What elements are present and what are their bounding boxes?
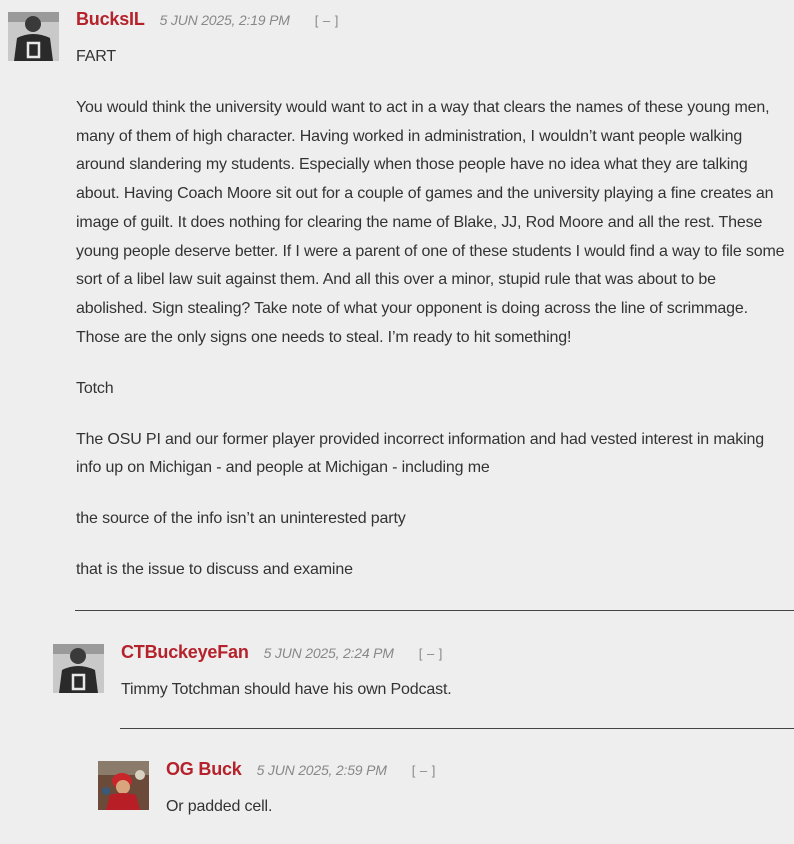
comment-body: Or padded cell. — [166, 793, 788, 844]
comment-paragraph: that is the issue to discuss and examine — [76, 561, 353, 579]
comment-paragraph: Timmy Totchman should have his own Podca… — [121, 681, 452, 698]
comment-paragraph: FART — [76, 48, 117, 65]
comment-meta: OG Buck 5 JUN 2025, 2:59 PM [ – ] — [166, 759, 436, 780]
comment: CTBuckeyeFan 5 JUN 2025, 2:24 PM [ – ] T… — [0, 640, 794, 730]
comment-paragraph: You would think the university would wan… — [76, 99, 785, 346]
comment-meta: CTBuckeyeFan 5 JUN 2025, 2:24 PM [ – ] — [121, 642, 443, 663]
comment-divider — [120, 728, 794, 729]
comment-paragraph: Totch — [76, 379, 114, 397]
comment-divider — [75, 610, 794, 611]
comment-date[interactable]: 5 JUN 2025, 2:24 PM — [264, 645, 394, 661]
comment-date[interactable]: 5 JUN 2025, 2:19 PM — [160, 12, 290, 28]
comment-paragraph: The OSU PI and our former player provide… — [76, 430, 765, 477]
collapse-button[interactable]: [ – ] — [412, 763, 436, 778]
collapse-button[interactable]: [ – ] — [315, 13, 339, 28]
author-link[interactable]: BucksIL — [76, 9, 145, 30]
collapse-button[interactable]: [ – ] — [419, 646, 443, 661]
comment: BucksIL 5 JUN 2025, 2:19 PM [ – ] FART Y… — [0, 0, 794, 615]
avatar[interactable] — [98, 761, 149, 810]
comment-body: Timmy Totchman should have his own Podca… — [121, 676, 788, 727]
jersey-zero-avatar-image — [8, 12, 59, 61]
comment-meta: BucksIL 5 JUN 2025, 2:19 PM [ – ] — [76, 9, 339, 30]
author-link[interactable]: OG Buck — [166, 759, 242, 780]
jersey-zero-avatar-image — [53, 644, 104, 693]
comment: OG Buck 5 JUN 2025, 2:59 PM [ – ] Or pad… — [0, 757, 794, 827]
avatar[interactable] — [8, 12, 59, 61]
comment-body: FART You would think the university woul… — [76, 43, 788, 607]
comment-date[interactable]: 5 JUN 2025, 2:59 PM — [257, 762, 387, 778]
comment-paragraph: the source of the info isn’t an unintere… — [76, 510, 406, 528]
avatar[interactable] — [53, 644, 104, 693]
comment-paragraph: Or padded cell. — [166, 798, 273, 815]
author-link[interactable]: CTBuckeyeFan — [121, 642, 249, 663]
fan-photo-avatar-image — [98, 761, 149, 810]
